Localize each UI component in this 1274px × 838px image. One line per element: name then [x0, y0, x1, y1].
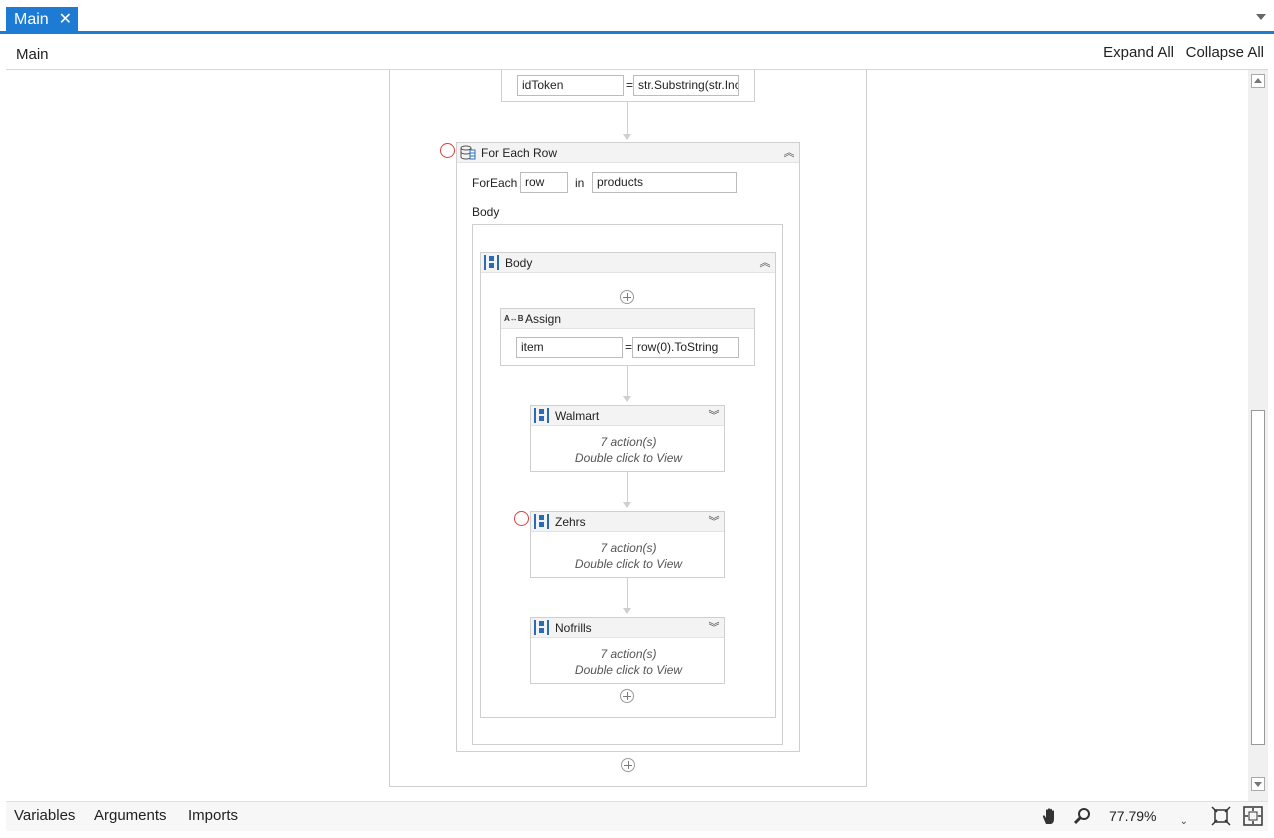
- assign-value-field[interactable]: row(0).ToString: [632, 337, 739, 358]
- nofrills-header[interactable]: Nofrills ︾: [531, 618, 724, 638]
- zehrs-sequence[interactable]: Zehrs ︾ 7 action(s) Double click to View: [530, 511, 725, 578]
- foreach-item-field[interactable]: row: [520, 172, 568, 193]
- double-click-hint: Double click to View: [574, 557, 683, 571]
- designer-bottom-bar: Variables Arguments Imports 77.79% ⌄: [6, 801, 1268, 831]
- body-sequence-header[interactable]: Body ︽: [481, 253, 775, 273]
- add-activity-icon[interactable]: [621, 758, 635, 772]
- walmart-sequence[interactable]: Walmart ︾ 7 action(s) Double click to Vi…: [530, 405, 725, 472]
- variables-tab[interactable]: Variables: [14, 807, 75, 824]
- connector-arrow: [623, 134, 631, 140]
- nofrills-title: Nofrills: [555, 621, 592, 635]
- double-click-hint: Double click to View: [574, 451, 683, 465]
- foreach-body-label: Body: [472, 205, 500, 219]
- add-activity-icon[interactable]: [620, 290, 634, 304]
- connector-line: [627, 102, 628, 136]
- datatable-icon: [460, 145, 476, 160]
- foreach-keyword: ForEach: [472, 176, 518, 190]
- sequence-icon: [484, 255, 499, 270]
- action-count: 7 action(s): [600, 647, 657, 661]
- foreach-title: For Each Row: [481, 146, 558, 160]
- sequence-icon: [534, 514, 549, 529]
- action-count: 7 action(s): [600, 435, 657, 449]
- walmart-header[interactable]: Walmart ︾: [531, 406, 724, 426]
- scroll-down-icon[interactable]: [1251, 777, 1265, 791]
- zoom-level-value: 77.79%: [1109, 808, 1157, 824]
- fit-to-screen-icon[interactable]: [1211, 806, 1231, 826]
- zehrs-title: Zehrs: [555, 515, 586, 529]
- scrollbar-thumb[interactable]: [1251, 410, 1265, 745]
- breakpoint-icon[interactable]: [514, 511, 529, 526]
- tab-main[interactable]: Main ✕: [6, 7, 78, 33]
- expand-chevron-icon[interactable]: ︾: [708, 516, 720, 528]
- breadcrumb[interactable]: Main: [16, 46, 49, 63]
- connector-arrow: [623, 502, 631, 508]
- body-sequence[interactable]: Body ︽ A↔B Assign item = row(0).ToString: [480, 252, 776, 718]
- arguments-tab[interactable]: Arguments: [94, 807, 167, 824]
- expand-chevron-icon[interactable]: ︾: [708, 410, 720, 422]
- pan-hand-icon[interactable]: [1040, 806, 1060, 826]
- zoom-magnifier-icon[interactable]: [1072, 806, 1092, 826]
- collapse-chevron-icon[interactable]: ︽: [783, 147, 795, 159]
- connector-arrow: [623, 608, 631, 614]
- expand-all-button[interactable]: Expand All: [1103, 44, 1174, 61]
- tab-list-dropdown-icon[interactable]: [1256, 14, 1266, 20]
- scroll-up-icon[interactable]: [1251, 74, 1265, 88]
- designer-header: Main Expand All Collapse All: [6, 36, 1268, 70]
- body-sequence-title: Body: [505, 256, 533, 270]
- foreach-row-activity[interactable]: For Each Row ︽ ForEach row in products B…: [456, 142, 800, 752]
- breakpoint-icon[interactable]: [440, 143, 455, 158]
- assign-value-field[interactable]: str.Substring(str.Inc: [633, 75, 739, 96]
- assign-to-field[interactable]: idToken: [517, 75, 624, 96]
- overview-icon[interactable]: [1243, 806, 1263, 826]
- equals-sign: =: [625, 340, 633, 354]
- document-tab-strip: Main ✕: [0, 0, 1274, 34]
- connector-line: [627, 578, 628, 611]
- add-activity-icon[interactable]: [620, 689, 634, 703]
- nofrills-sequence[interactable]: Nofrills ︾ 7 action(s) Double click to V…: [530, 617, 725, 684]
- collapse-chevron-icon[interactable]: ︽: [759, 257, 771, 269]
- imports-tab[interactable]: Imports: [188, 807, 238, 824]
- foreach-header[interactable]: For Each Row ︽: [457, 143, 799, 163]
- assign-activity[interactable]: A↔B Assign item = row(0).ToString: [500, 308, 755, 366]
- workflow-designer-window: Main ✕ Main Expand All Collapse All idTo…: [0, 0, 1274, 838]
- walmart-title: Walmart: [555, 409, 600, 423]
- double-click-hint: Double click to View: [574, 663, 683, 677]
- connector-arrow: [623, 396, 631, 402]
- connector-line: [627, 366, 628, 399]
- collapse-all-button[interactable]: Collapse All: [1186, 44, 1264, 61]
- assign-activity-top[interactable]: idToken = str.Substring(str.Inc: [501, 70, 755, 102]
- assign-header[interactable]: A↔B Assign: [501, 309, 754, 329]
- equals-sign: =: [626, 78, 634, 92]
- chevron-down-icon: ⌄: [1179, 816, 1188, 827]
- foreach-body-dropzone: Body ︽ A↔B Assign item = row(0).ToString: [472, 224, 783, 745]
- tab-label: Main: [14, 11, 49, 28]
- foreach-in-label: in: [575, 176, 585, 190]
- assign-title: Assign: [525, 312, 562, 326]
- connector-line: [627, 472, 628, 505]
- expand-chevron-icon[interactable]: ︾: [708, 622, 720, 634]
- zehrs-header[interactable]: Zehrs ︾: [531, 512, 724, 532]
- designer-canvas[interactable]: idToken = str.Substring(str.Inc For Each…: [6, 70, 1248, 801]
- vertical-scrollbar[interactable]: [1248, 70, 1268, 801]
- zoom-level-select[interactable]: 77.79% ⌄: [1106, 805, 1194, 827]
- assign-to-field[interactable]: item: [516, 337, 623, 358]
- assign-icon: A↔B: [504, 314, 524, 323]
- close-icon[interactable]: ✕: [59, 7, 72, 33]
- foreach-collection-field[interactable]: products: [592, 172, 737, 193]
- sequence-icon: [534, 408, 549, 423]
- action-count: 7 action(s): [600, 541, 657, 555]
- sequence-icon: [534, 620, 549, 635]
